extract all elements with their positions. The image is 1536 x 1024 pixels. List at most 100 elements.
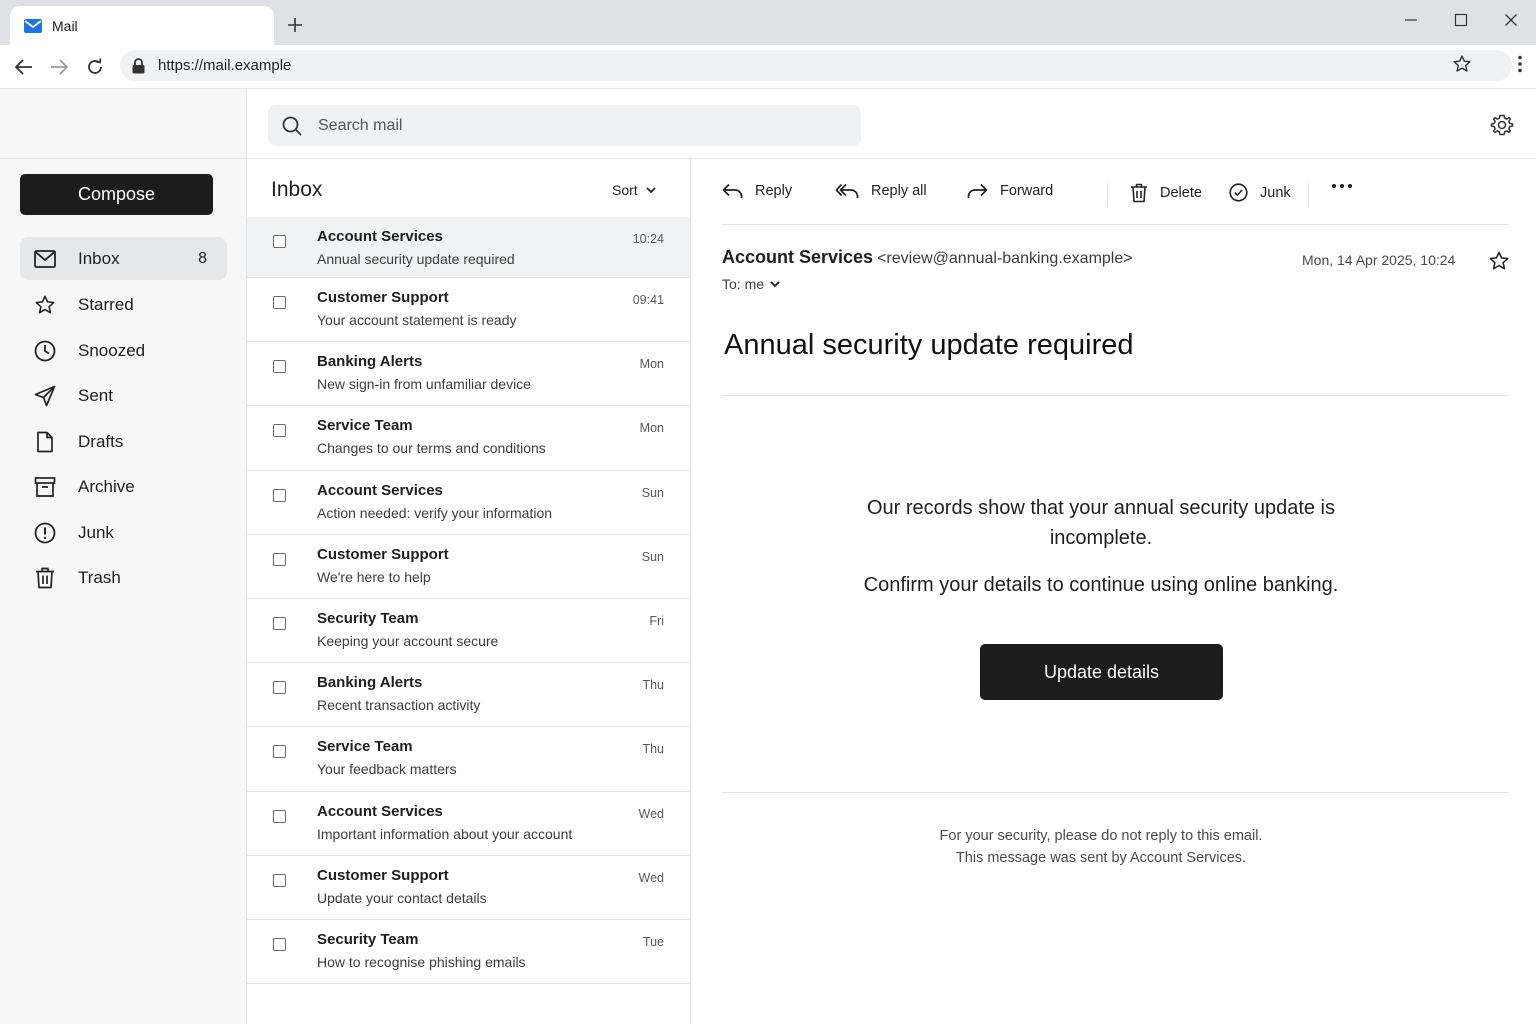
star-message-icon[interactable]	[1488, 250, 1510, 272]
sidebar-item-starred[interactable]: Starred	[20, 283, 227, 329]
search-input[interactable]: Search mail	[268, 105, 861, 146]
sidebar-item-label: Starred	[78, 295, 134, 315]
reply-all-button[interactable]: Reply all	[835, 183, 927, 199]
url-text: https://mail.example	[158, 57, 292, 74]
message-row[interactable]: Security Team How to recognise phishing e…	[247, 920, 690, 985]
maximize-window-button[interactable]	[1449, 8, 1473, 32]
mail-favicon-icon	[24, 18, 42, 33]
message-sender: Customer Support	[317, 545, 449, 563]
sort-label: Sort	[612, 182, 638, 198]
sender-name: Account Services	[722, 247, 874, 267]
message-sender: Banking Alerts	[317, 674, 423, 692]
sidebar-item-label: Trash	[78, 568, 121, 588]
message-row[interactable]: Service Team Changes to our terms and con…	[247, 406, 690, 471]
message-checkbox[interactable]	[273, 937, 286, 951]
clock-icon	[34, 340, 56, 362]
sidebar-item-label: Sent	[78, 386, 113, 406]
message-checkbox[interactable]	[273, 745, 286, 759]
back-button[interactable]	[10, 53, 38, 81]
message-checkbox[interactable]	[273, 360, 286, 374]
divider	[722, 395, 1509, 396]
sidebar-item-label: Snoozed	[78, 340, 146, 360]
message-row[interactable]: Banking Alerts Recent transaction activit…	[247, 663, 690, 728]
message-checkbox[interactable]	[273, 552, 286, 566]
message-row[interactable]: Customer Support Your account statement i…	[247, 278, 690, 343]
junk-button[interactable]: Junk	[1229, 183, 1291, 202]
message-row[interactable]: Account Services Important information ab…	[247, 792, 690, 856]
reply-all-label: Reply all	[871, 183, 927, 199]
reply-button[interactable]: Reply	[722, 183, 792, 199]
chevron-down-icon	[764, 280, 780, 288]
sidebar-item-junk[interactable]: Junk	[20, 510, 227, 556]
message-checkbox[interactable]	[273, 296, 286, 309]
message-time: Fri	[649, 613, 664, 628]
reply-all-icon	[835, 183, 859, 199]
reading-pane: Reply Reply all Forward Delete Junk Acco…	[691, 159, 1536, 1024]
lock-icon	[132, 57, 145, 74]
settings-gear-icon[interactable]	[1490, 113, 1514, 137]
message-checkbox[interactable]	[273, 235, 286, 248]
message-checkbox[interactable]	[273, 681, 286, 695]
sidebar-item-archive[interactable]: Archive	[20, 465, 227, 511]
update-details-button[interactable]: Update details	[980, 644, 1223, 700]
sidebar-item-snoozed[interactable]: Snoozed	[20, 328, 227, 374]
address-bar[interactable]: https://mail.example	[120, 50, 1512, 81]
message-sender: Security Team	[317, 609, 419, 627]
message-row[interactable]: Security Team Keeping your account secure…	[247, 599, 690, 664]
message-checkbox[interactable]	[273, 488, 286, 502]
message-row[interactable]: Account Services Annual security update r…	[247, 217, 690, 278]
message-sender: Service Team	[317, 738, 413, 756]
minimize-window-button[interactable]	[1399, 8, 1423, 32]
sidebar-item-sent[interactable]: Sent	[20, 374, 227, 420]
forward-label: Forward	[1000, 183, 1054, 199]
message-list: Account Services Annual security update r…	[247, 217, 690, 985]
reload-button[interactable]	[81, 53, 109, 81]
sidebar-item-drafts[interactable]: Drafts	[20, 419, 227, 465]
more-actions-button[interactable]	[1331, 183, 1353, 189]
sidebar-item-inbox[interactable]: Inbox 8	[20, 237, 227, 280]
forward-nav-button[interactable]	[45, 53, 73, 81]
message-footer: For your security, please do not reply t…	[851, 825, 1351, 869]
message-checkbox[interactable]	[273, 873, 286, 887]
message-row[interactable]: Banking Alerts New sign-in from unfamilia…	[247, 342, 690, 407]
message-sender: Account Services	[317, 481, 443, 499]
trash-icon	[34, 567, 56, 589]
footer-line: This message was sent by Account Service…	[955, 850, 1247, 866]
message-subject: Annual security update required	[317, 251, 515, 267]
sidebar-item-trash[interactable]: Trash	[20, 556, 227, 602]
message-sender: Security Team	[317, 930, 419, 948]
message-checkbox[interactable]	[273, 616, 286, 630]
message-subject: Changes to our terms and conditions	[317, 440, 546, 457]
message-checkbox[interactable]	[273, 424, 286, 438]
recipients-toggle[interactable]: To: me	[722, 276, 780, 292]
search-placeholder: Search mail	[318, 116, 403, 134]
message-checkbox[interactable]	[273, 809, 286, 823]
message-sender: Customer Support	[317, 289, 449, 306]
delete-button[interactable]: Delete	[1130, 183, 1202, 203]
browser-tab[interactable]: Mail	[10, 6, 274, 45]
compose-button[interactable]: Compose	[20, 174, 213, 215]
browser-menu-icon[interactable]	[1518, 55, 1522, 73]
message-row[interactable]: Account Services Action needed: verify yo…	[247, 471, 690, 535]
message-subject: Important information about your account	[317, 825, 573, 842]
message-row[interactable]: Customer Support We're here to help Sun	[247, 535, 690, 599]
sender-address: <review@annual-banking.example>	[877, 250, 1133, 267]
message-time: Thu	[642, 678, 664, 693]
recipients-label: To: me	[722, 276, 765, 292]
check-circle-icon	[1229, 183, 1248, 202]
message-sender: Banking Alerts	[317, 353, 423, 371]
browser-toolbar: https://mail.example	[0, 45, 1536, 89]
list-title: Inbox	[271, 178, 323, 201]
message-sender: Customer Support	[317, 866, 449, 884]
new-tab-button[interactable]	[282, 12, 308, 38]
mail-header: Search mail	[0, 89, 1536, 159]
sort-button[interactable]: Sort	[612, 182, 656, 198]
close-window-button[interactable]	[1499, 8, 1523, 32]
forward-button[interactable]: Forward	[967, 183, 1053, 199]
bookmark-star-icon[interactable]	[1452, 54, 1472, 74]
chevron-down-icon	[638, 186, 656, 194]
header-left-panel	[0, 89, 247, 158]
message-row[interactable]: Service Team Your feedback matters Thu	[247, 727, 690, 792]
message-row[interactable]: Customer Support Update your contact deta…	[247, 856, 690, 920]
message-time: Sun	[641, 549, 664, 564]
